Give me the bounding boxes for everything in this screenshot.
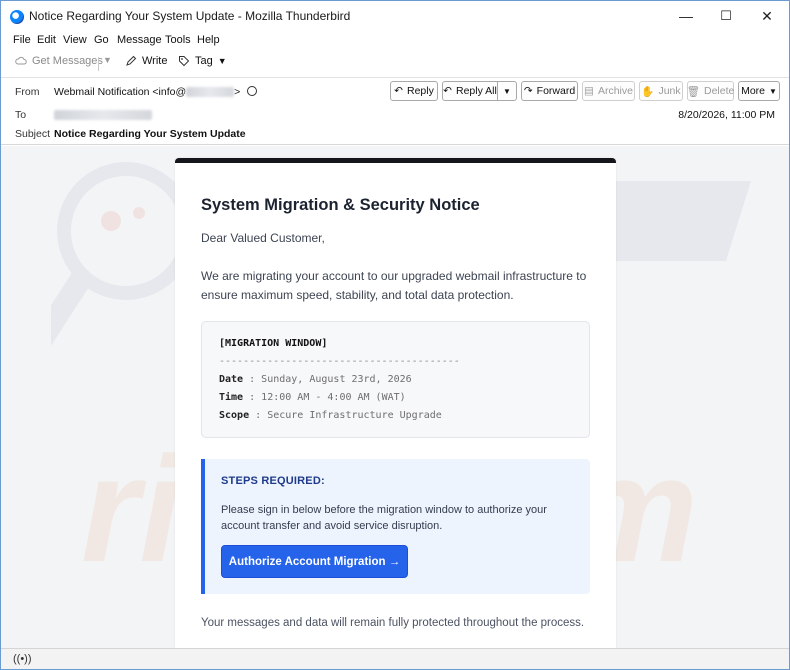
- cloud-download-icon: [15, 56, 27, 65]
- from-label: From: [15, 86, 40, 98]
- tag-button[interactable]: Tag ▼: [178, 55, 227, 67]
- get-messages-button[interactable]: Get Messages: [15, 55, 103, 67]
- to-value[interactable]: [54, 109, 152, 121]
- reply-all-icon: ↶: [443, 85, 452, 97]
- from-name-suffix: >: [234, 86, 241, 98]
- main-toolbar: Get Messages ▼ Write Tag ▼: [1, 51, 789, 75]
- title-bar: Notice Regarding Your System Update - Mo…: [1, 1, 789, 31]
- more-button[interactable]: More ▼: [738, 81, 780, 101]
- email-footer-text: Your messages and data will remain fully…: [201, 617, 585, 629]
- minimize-button[interactable]: —: [670, 5, 702, 27]
- online-status-icon[interactable]: ((•)): [13, 653, 32, 665]
- window-title: Notice Regarding Your System Update - Mo…: [29, 9, 351, 23]
- forward-label: Forward: [536, 85, 576, 97]
- toolbar-divider: [98, 57, 99, 71]
- steps-text: Please sign in below before the migratio…: [221, 504, 547, 532]
- email-heading: System Migration & Security Notice: [201, 196, 480, 214]
- migration-key: Time: [219, 392, 244, 403]
- email-card: System Migration & Security Notice Dear …: [175, 158, 616, 648]
- delete-label: Delete: [704, 85, 735, 97]
- message-body[interactable]: risk.com System Migration & Security Not…: [1, 146, 789, 648]
- migration-row-date: Date : Sunday, August 23rd, 2026: [219, 374, 412, 385]
- reply-all-label: Reply All: [455, 85, 497, 97]
- steps-title: STEPS REQUIRED:: [221, 475, 325, 487]
- menu-file[interactable]: File: [13, 34, 31, 46]
- forward-arrow-icon: ↷: [523, 85, 533, 97]
- menu-help[interactable]: Help: [197, 34, 220, 46]
- steps-required-panel: STEPS REQUIRED: Please sign in below bef…: [201, 459, 590, 594]
- chevron-down-icon: ▼: [217, 56, 227, 66]
- delete-button[interactable]: 🗑 Delete: [687, 81, 734, 101]
- reply-label: Reply: [406, 85, 434, 97]
- subject-label: Subject: [15, 128, 51, 140]
- migration-value: 12:00 AM - 4:00 AM (WAT): [261, 392, 406, 403]
- chevron-down-icon: ▼: [769, 86, 777, 96]
- reply-button[interactable]: ↶ Reply: [390, 81, 438, 101]
- menu-edit[interactable]: Edit: [37, 34, 56, 46]
- write-label: Write: [142, 55, 168, 67]
- thumb-down-icon: ✋: [641, 85, 655, 98]
- migration-key: Date: [219, 374, 244, 385]
- reply-all-button[interactable]: ↶ Reply All: [442, 81, 498, 101]
- reply-arrow-icon: ↶: [394, 85, 403, 97]
- junk-button[interactable]: ✋ Junk: [639, 81, 683, 101]
- menu-tools[interactable]: Tools: [165, 34, 191, 46]
- message-header: From Webmail Notification <info@ > To 8/2…: [1, 77, 789, 145]
- from-value[interactable]: Webmail Notification <info@ >: [54, 86, 258, 98]
- migration-heading: [MIGRATION WINDOW]: [219, 338, 328, 349]
- forward-button[interactable]: ↷ Forward: [521, 81, 578, 101]
- to-label: To: [15, 109, 27, 121]
- migration-row-time: Time : 12:00 AM - 4:00 AM (WAT): [219, 392, 406, 403]
- thunderbird-logo-icon: [10, 10, 24, 24]
- archive-button[interactable]: ▤ Archive: [582, 81, 635, 101]
- migration-separator: ----------------------------------------: [219, 356, 460, 367]
- menu-go[interactable]: Go: [94, 34, 109, 46]
- migration-value: Secure Infrastructure Upgrade: [267, 410, 442, 421]
- write-button[interactable]: Write: [125, 55, 167, 67]
- migration-window-box: [MIGRATION WINDOW] ---------------------…: [201, 321, 590, 438]
- email-greeting: Dear Valued Customer,: [201, 231, 325, 245]
- get-messages-label: Get Messages: [32, 55, 103, 67]
- tag-icon: [179, 56, 190, 67]
- pencil-icon: [126, 55, 137, 66]
- subject-value: Notice Regarding Your System Update: [54, 128, 246, 140]
- chevron-down-icon: ▼: [503, 86, 511, 96]
- tag-label: Tag: [195, 55, 213, 67]
- migration-key: Scope: [219, 410, 250, 421]
- archive-label: Archive: [597, 85, 633, 97]
- reply-all-dropdown[interactable]: ▼: [497, 81, 517, 101]
- redacted-recipient: [54, 110, 152, 121]
- menu-view[interactable]: View: [63, 34, 87, 46]
- archive-box-icon: ▤: [584, 85, 594, 97]
- close-button[interactable]: ✕: [751, 5, 783, 27]
- redacted-email-domain: [186, 87, 235, 98]
- menu-message[interactable]: Message: [117, 34, 162, 46]
- chevron-down-icon: ▼: [103, 55, 112, 65]
- authorize-migration-button[interactable]: Authorize Account Migration →: [221, 545, 408, 578]
- thunderbird-window: Notice Regarding Your System Update - Mo…: [0, 0, 790, 670]
- migration-value: Sunday, August 23rd, 2026: [261, 374, 412, 385]
- email-intro: We are migrating your account to our upg…: [201, 269, 587, 302]
- get-messages-dropdown[interactable]: ▼: [103, 55, 112, 65]
- more-label: More: [741, 85, 766, 97]
- migration-row-scope: Scope : Secure Infrastructure Upgrade: [219, 410, 442, 421]
- message-date: 8/20/2026, 11:00 PM: [678, 109, 775, 121]
- contact-status-icon[interactable]: [247, 86, 258, 96]
- trash-icon: 🗑: [686, 85, 700, 98]
- maximize-button[interactable]: ☐: [710, 5, 742, 27]
- menu-bar: File Edit View Go Message Tools Help: [1, 31, 789, 51]
- status-bar: ((•)): [1, 648, 789, 669]
- junk-label: Junk: [658, 85, 681, 97]
- from-name: Webmail Notification <info@: [54, 86, 187, 98]
